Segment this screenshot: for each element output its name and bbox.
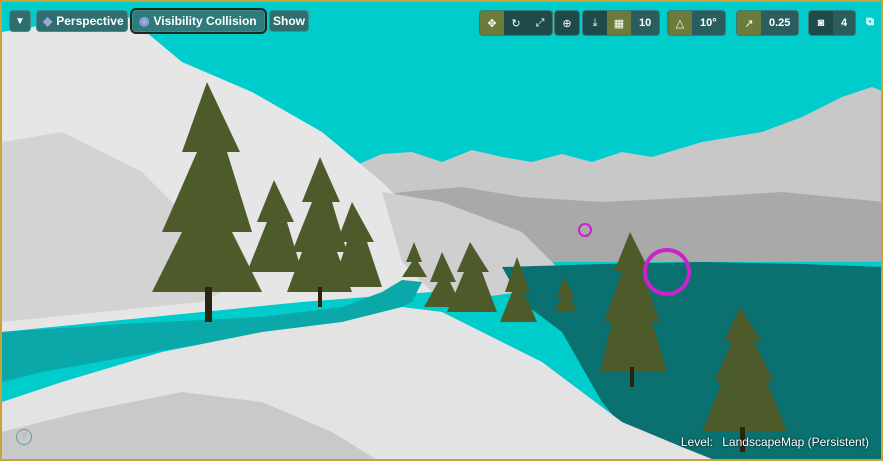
globe-icon: ⊕	[562, 17, 572, 30]
perspective-button[interactable]: ◆ Perspective	[36, 10, 128, 32]
move-icon: ✥	[487, 17, 497, 30]
help-icon: ?	[21, 431, 27, 443]
level-indicator: Level: LandscapeMap (Persistent)	[675, 435, 869, 449]
world-space-button[interactable]: ⊕	[555, 11, 579, 35]
scale-snap-value[interactable]: 0.25	[761, 11, 799, 35]
scale-arrow-icon: ↗	[744, 17, 754, 30]
coordinate-space-group: ⊕	[554, 10, 580, 36]
show-label: Show	[273, 14, 305, 28]
camera-speed-button[interactable]: ◙	[809, 11, 833, 35]
rotation-snap-value[interactable]: 10°	[692, 11, 725, 35]
transform-mode-group: ✥ ↻ ⤢	[479, 10, 553, 36]
grid-snap-group: ⤓ ▦ 10	[582, 10, 661, 36]
view-mode-label: Visibility Collision	[153, 14, 257, 28]
level-viewport[interactable]: ▼ ◆ Perspective ◉ Visibility Collision S…	[0, 0, 883, 461]
scale-icon: ⤢	[535, 16, 545, 29]
help-button[interactable]: ?	[16, 429, 32, 445]
scale-mode-button[interactable]: ⤢	[528, 11, 552, 35]
landscape-scene[interactable]	[2, 2, 883, 461]
rotation-snap-group: △ 10°	[667, 10, 726, 36]
translate-mode-button[interactable]: ✥	[480, 11, 504, 35]
grid-icon: ▦	[613, 17, 625, 30]
chevron-down-icon: ▼	[15, 15, 25, 27]
perspective-label: Perspective	[56, 14, 124, 28]
surface-snap-button[interactable]: ⤓	[583, 11, 607, 35]
maximize-icon: ⧉	[866, 15, 874, 28]
grid-snap-toggle[interactable]: ▦	[607, 11, 631, 35]
maximize-viewport-button[interactable]: ⧉	[862, 14, 878, 30]
rotate-icon: ↻	[511, 17, 521, 30]
camera-speed-value[interactable]: 4	[833, 11, 856, 35]
show-button[interactable]: Show	[269, 10, 309, 32]
scale-snap-group: ↗ 0.25	[736, 10, 800, 36]
grid-snap-value[interactable]: 10	[631, 11, 660, 35]
viewport-options-button[interactable]: ▼	[9, 10, 31, 32]
perspective-icon: ◆	[43, 14, 53, 28]
scale-snap-toggle[interactable]: ↗	[737, 11, 761, 35]
level-prefix: Level:	[680, 435, 713, 449]
collision-view-icon: ◉	[139, 14, 150, 28]
camera-speed-group: ◙ 4	[808, 10, 857, 36]
rotation-snap-toggle[interactable]: △	[668, 11, 692, 35]
camera-icon: ◙	[817, 17, 825, 29]
view-mode-button[interactable]: ◉ Visibility Collision	[130, 8, 267, 34]
surface-snap-icon: ⤓	[592, 16, 598, 29]
level-name: LandscapeMap (Persistent)	[722, 435, 869, 449]
angle-icon: △	[675, 17, 685, 30]
rotate-mode-button[interactable]: ↻	[504, 11, 528, 35]
